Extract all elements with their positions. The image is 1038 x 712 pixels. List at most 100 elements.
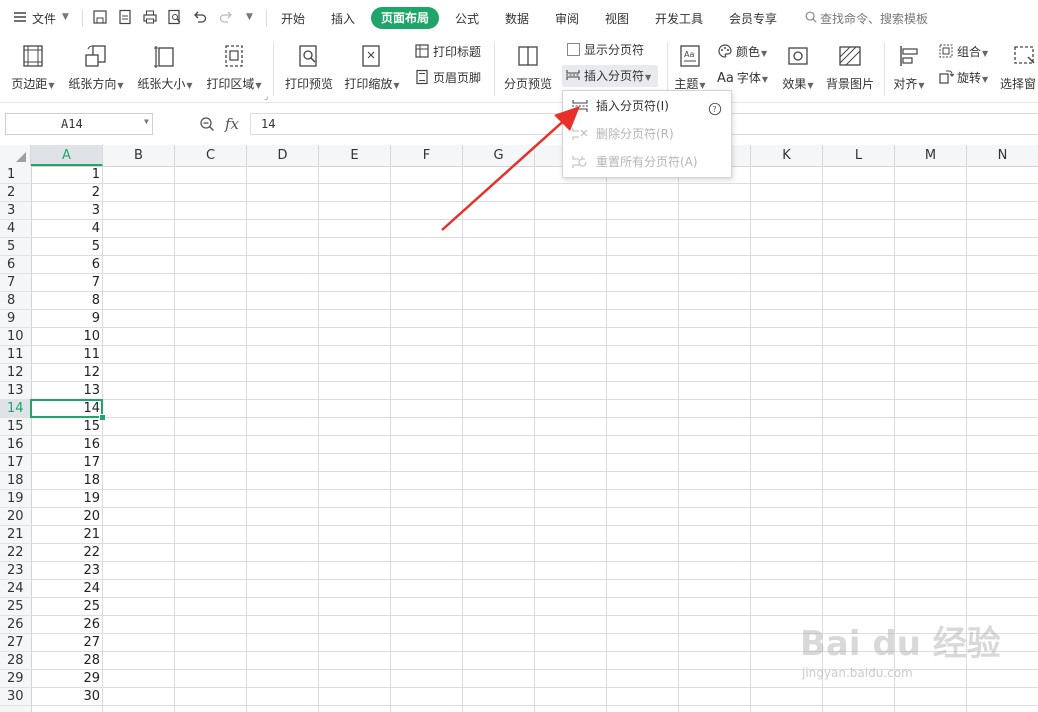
dialog-launcher-icon[interactable]: ⌟ xyxy=(264,92,268,102)
fill-handle[interactable] xyxy=(99,414,106,421)
row-header-21[interactable]: 21 xyxy=(0,526,31,544)
row-header-26[interactable]: 26 xyxy=(0,616,31,634)
cell-a9[interactable]: 9 xyxy=(31,310,100,328)
row-header-5[interactable]: 5 xyxy=(0,238,31,256)
tab-member[interactable]: 会员专享 xyxy=(729,10,777,27)
fonts-button[interactable]: Aa 字体▼ xyxy=(717,67,768,89)
save-icon[interactable] xyxy=(92,9,108,25)
row-header-25[interactable]: 25 xyxy=(0,598,31,616)
row-header-9[interactable]: 9 xyxy=(0,310,31,328)
cell-a7[interactable]: 7 xyxy=(31,274,100,292)
cell-a25[interactable]: 25 xyxy=(31,598,100,616)
column-header-m[interactable]: M xyxy=(895,145,967,166)
cell-a1[interactable]: 1 xyxy=(31,166,100,184)
selection-pane-button[interactable]: 选择窗 xyxy=(1000,40,1038,96)
align-button[interactable]: 对齐▼ xyxy=(891,40,927,96)
page-break-preview-button[interactable]: 分页预览 xyxy=(501,40,555,96)
name-box-dropdown-icon[interactable]: ▼ xyxy=(144,117,149,126)
cell-a27[interactable]: 27 xyxy=(31,634,100,652)
tab-developer[interactable]: 开发工具 xyxy=(655,10,703,27)
redo-icon[interactable] xyxy=(218,9,234,25)
theme-button[interactable]: Aa 主题▼ xyxy=(672,40,708,96)
tab-review[interactable]: 审阅 xyxy=(555,10,579,27)
print-scale-button[interactable]: 打印缩放▼ xyxy=(342,40,402,96)
row-header-30[interactable]: 30 xyxy=(0,688,31,706)
row-header-4[interactable]: 4 xyxy=(0,220,31,238)
row-header-13[interactable]: 13 xyxy=(0,382,31,400)
zoom-function-icon[interactable] xyxy=(199,116,215,135)
cell-a3[interactable]: 3 xyxy=(31,202,100,220)
row-header-14[interactable]: 14 xyxy=(0,400,31,418)
tab-home[interactable]: 开始 xyxy=(281,10,305,27)
cell-a26[interactable]: 26 xyxy=(31,616,100,634)
row-header-15[interactable]: 15 xyxy=(0,418,31,436)
column-header-k[interactable]: K xyxy=(751,145,823,166)
print-icon[interactable] xyxy=(142,9,158,25)
cell-a29[interactable]: 29 xyxy=(31,670,100,688)
row-header-16[interactable]: 16 xyxy=(0,436,31,454)
tab-formulas[interactable]: 公式 xyxy=(455,10,479,27)
tab-page-layout[interactable]: 页面布局 xyxy=(371,7,439,29)
group-button[interactable]: 组合▼ xyxy=(938,41,988,63)
cell-a23[interactable]: 23 xyxy=(31,562,100,580)
name-box[interactable]: A14 ▼ xyxy=(5,113,153,135)
chevron-down-icon[interactable]: ▼ xyxy=(62,12,69,22)
row-header-11[interactable]: 11 xyxy=(0,346,31,364)
print-preview-icon[interactable] xyxy=(167,9,183,25)
cell-a10[interactable]: 10 xyxy=(31,328,100,346)
row-header-17[interactable]: 17 xyxy=(0,454,31,472)
cell-a4[interactable]: 4 xyxy=(31,220,100,238)
cell-a19[interactable]: 19 xyxy=(31,490,100,508)
row-header-29[interactable]: 29 xyxy=(0,670,31,688)
cell-a15[interactable]: 15 xyxy=(31,418,100,436)
column-header-n[interactable]: N xyxy=(967,145,1038,166)
search-icon[interactable] xyxy=(804,10,818,24)
orientation-button[interactable]: 纸张方向▼ xyxy=(66,40,126,96)
paper-size-button[interactable]: 纸张大小▼ xyxy=(134,40,196,96)
header-footer-button[interactable]: 页眉页脚 xyxy=(414,67,481,89)
colors-button[interactable]: 颜色▼ xyxy=(717,41,767,63)
cell-a2[interactable]: 2 xyxy=(31,184,100,202)
effects-button[interactable]: 效果▼ xyxy=(780,40,816,96)
file-menu[interactable]: 文件 xyxy=(32,10,56,27)
tab-data[interactable]: 数据 xyxy=(505,10,529,27)
cell-a30[interactable]: 30 xyxy=(31,688,100,706)
cell-a13[interactable]: 13 xyxy=(31,382,100,400)
row-header-6[interactable]: 6 xyxy=(0,256,31,274)
background-image-button[interactable]: 背景图片 xyxy=(824,40,876,96)
cell-a12[interactable]: 12 xyxy=(31,364,100,382)
row-header-8[interactable]: 8 xyxy=(0,292,31,310)
cell-a24[interactable]: 24 xyxy=(31,580,100,598)
row-header-19[interactable]: 19 xyxy=(0,490,31,508)
column-header-l[interactable]: L xyxy=(823,145,895,166)
cell-a17[interactable]: 17 xyxy=(31,454,100,472)
cell-a22[interactable]: 22 xyxy=(31,544,100,562)
insert-function-icon[interactable]: fx xyxy=(225,115,239,133)
select-all-corner[interactable] xyxy=(0,145,31,166)
row-header-2[interactable]: 2 xyxy=(0,184,31,202)
print-preview-button[interactable]: 打印预览 xyxy=(282,40,336,96)
cell-a8[interactable]: 8 xyxy=(31,292,100,310)
cell-a21[interactable]: 21 xyxy=(31,526,100,544)
column-header-e[interactable]: E xyxy=(319,145,391,166)
hamburger-menu-icon[interactable] xyxy=(12,9,28,25)
cell-a6[interactable]: 6 xyxy=(31,256,100,274)
row-header-22[interactable]: 22 xyxy=(0,544,31,562)
cell-a28[interactable]: 28 xyxy=(31,652,100,670)
row-header-27[interactable]: 27 xyxy=(0,634,31,652)
row-header-7[interactable]: 7 xyxy=(0,274,31,292)
tab-view[interactable]: 视图 xyxy=(605,10,629,27)
cell-a11[interactable]: 11 xyxy=(31,346,100,364)
show-page-breaks-checkbox[interactable]: 显示分页符 xyxy=(567,39,644,61)
row-header-10[interactable]: 10 xyxy=(0,328,31,346)
column-header-d[interactable]: D xyxy=(247,145,319,166)
cell-a20[interactable]: 20 xyxy=(31,508,100,526)
export-pdf-icon[interactable] xyxy=(117,9,133,25)
column-header-b[interactable]: B xyxy=(103,145,175,166)
row-header-20[interactable]: 20 xyxy=(0,508,31,526)
row-header-28[interactable]: 28 xyxy=(0,652,31,670)
tab-insert[interactable]: 插入 xyxy=(331,10,355,27)
margins-button[interactable]: 页边距▼ xyxy=(6,40,60,96)
print-titles-button[interactable]: 打印标题 xyxy=(414,41,481,63)
command-search-input[interactable]: 查找命令、搜索模板 xyxy=(820,10,928,27)
